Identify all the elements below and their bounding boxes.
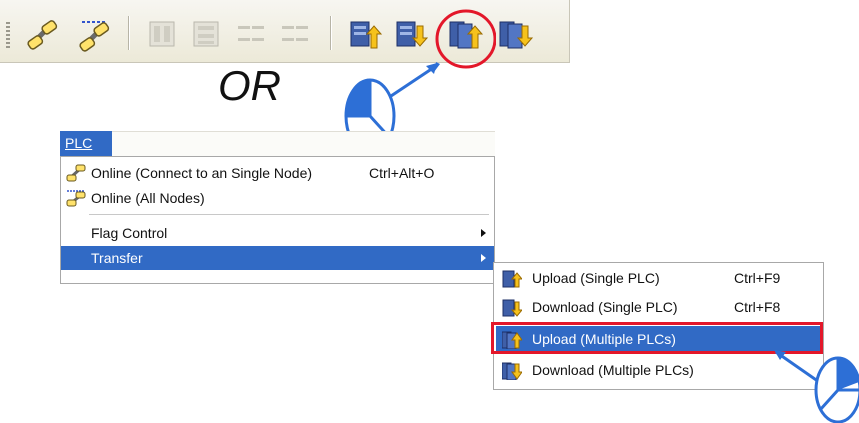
menu-item-label: Transfer bbox=[91, 250, 143, 266]
plc-menu-dropdown: Online (Connect to an Single Node) Ctrl+… bbox=[60, 156, 495, 284]
grid-icon bbox=[149, 21, 175, 47]
disabled-grid-button[interactable] bbox=[142, 14, 182, 54]
menu-plc[interactable]: PLC bbox=[60, 131, 112, 156]
link-chain-multi-icon bbox=[66, 190, 86, 207]
disabled-grid-button[interactable] bbox=[186, 14, 226, 54]
online-all-nodes-button[interactable] bbox=[74, 14, 114, 54]
upload-single-button[interactable] bbox=[344, 14, 384, 54]
menu-item-online-all-nodes[interactable]: Online (All Nodes) bbox=[61, 186, 494, 210]
menu-item-label: Flag Control bbox=[91, 225, 168, 241]
mouse-click-annotation bbox=[774, 350, 859, 423]
toolbar-separator bbox=[330, 16, 332, 50]
submenu-arrow-icon bbox=[481, 254, 486, 262]
menu-item-label: Online (Connect to an Single Node) bbox=[91, 165, 313, 181]
disabled-text-grid-button[interactable] bbox=[276, 14, 316, 54]
download-multiple-icon bbox=[499, 21, 534, 49]
toolbar-grip[interactable] bbox=[6, 22, 10, 48]
menu-item-flag-control[interactable]: Flag Control bbox=[61, 221, 494, 245]
upload-icon bbox=[502, 270, 522, 288]
link-chain-multi-icon bbox=[79, 21, 110, 52]
submenu-item-label: Download (Multiple PLCs) bbox=[532, 362, 694, 378]
submenu-item-download-single[interactable]: Download (Single PLC) Ctrl+F8 bbox=[496, 294, 821, 321]
submenu-arrow-icon bbox=[481, 229, 486, 237]
upload-icon bbox=[350, 21, 383, 49]
menu-item-shortcut: Ctrl+Alt+O bbox=[369, 165, 435, 181]
download-multiple-button[interactable] bbox=[496, 14, 536, 54]
submenu-item-shortcut: Ctrl+F9 bbox=[734, 270, 781, 286]
text-grid-icon bbox=[282, 26, 308, 41]
grid-icon bbox=[193, 21, 219, 47]
download-icon bbox=[396, 21, 429, 47]
menu-separator bbox=[89, 214, 489, 215]
toolbar-separator bbox=[128, 16, 130, 50]
disabled-text-grid-button[interactable] bbox=[232, 14, 272, 54]
menu-bar bbox=[112, 131, 495, 157]
download-multiple-icon bbox=[502, 362, 522, 380]
download-icon bbox=[502, 299, 522, 317]
submenu-item-label: Download (Single PLC) bbox=[532, 299, 678, 315]
download-single-button[interactable] bbox=[390, 14, 430, 54]
or-label: OR bbox=[218, 62, 281, 109]
text-grid-icon bbox=[238, 26, 264, 41]
link-chain-icon bbox=[27, 20, 58, 50]
menu-item-transfer[interactable]: Transfer bbox=[61, 246, 494, 270]
submenu-item-label: Upload (Single PLC) bbox=[532, 270, 660, 286]
submenu-item-shortcut: Ctrl+F8 bbox=[734, 299, 781, 315]
online-single-node-button[interactable] bbox=[22, 14, 62, 54]
link-chain-icon bbox=[66, 164, 86, 182]
submenu-item-upload-single[interactable]: Upload (Single PLC) Ctrl+F9 bbox=[496, 265, 821, 292]
menu-plc-label: PLC bbox=[65, 135, 93, 151]
menu-item-online-single-node[interactable]: Online (Connect to an Single Node) Ctrl+… bbox=[61, 161, 494, 185]
menu-item-label: Online (All Nodes) bbox=[91, 190, 205, 206]
